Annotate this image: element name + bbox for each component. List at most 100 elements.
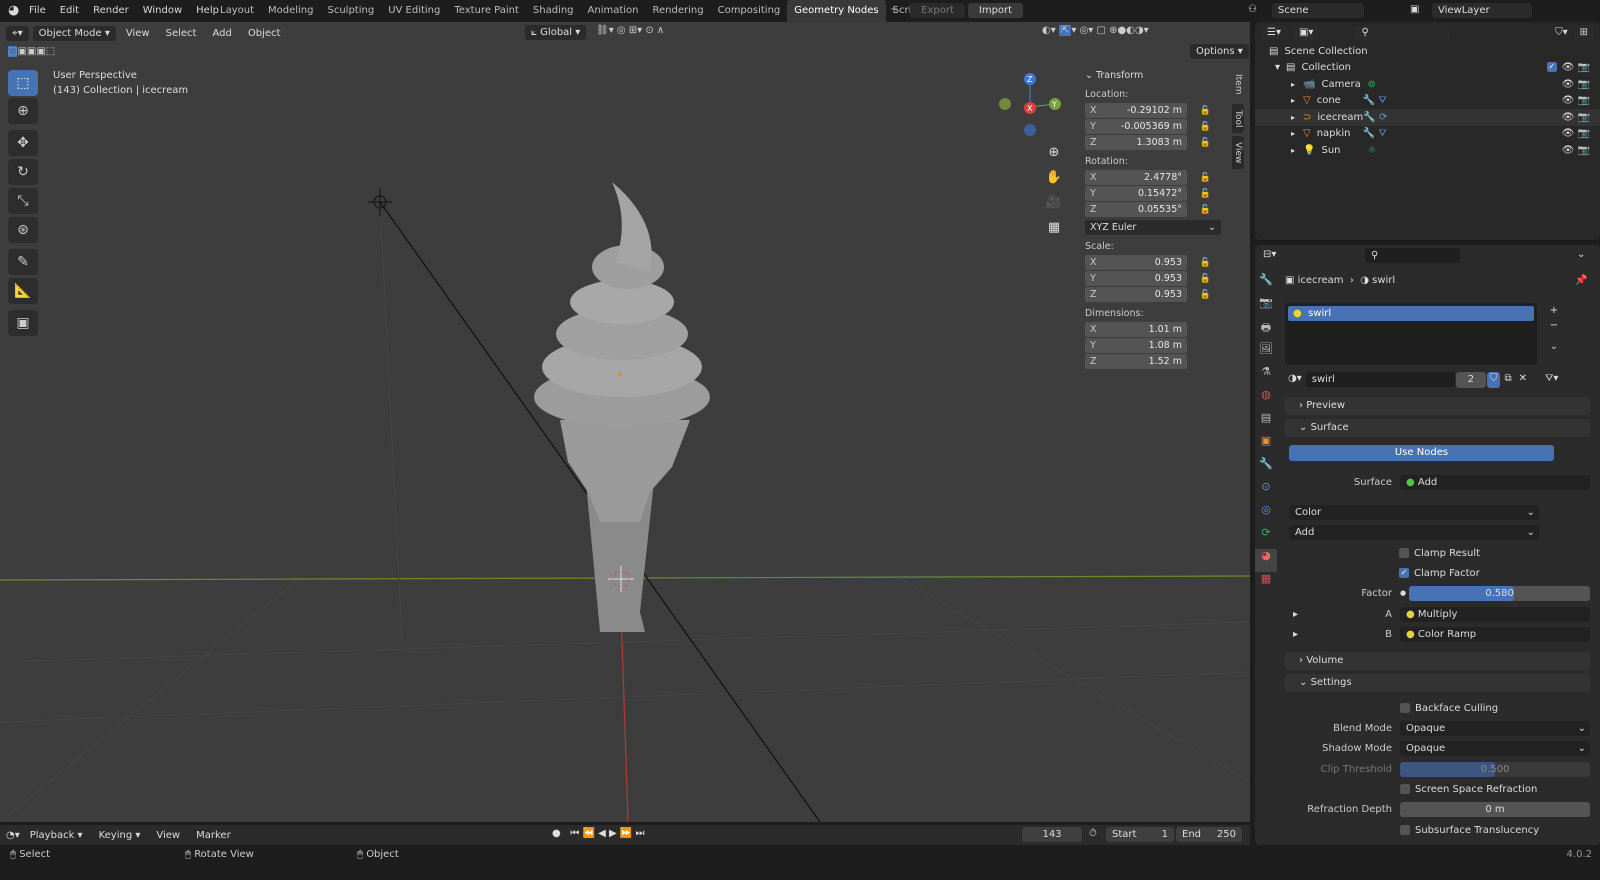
workspace-tab-rendering[interactable]: Rendering <box>646 0 711 22</box>
visibility-render-toggles[interactable]: 👁 📷 <box>1562 112 1590 123</box>
workspace-tab-geometry-nodes[interactable]: Geometry Nodes <box>787 0 886 22</box>
menu-window[interactable]: Window <box>136 0 189 22</box>
expand-arrow-icon[interactable]: ▸ <box>1291 113 1295 122</box>
display-mode-dropdown[interactable]: ☰▾ <box>1261 25 1287 40</box>
scene-collection-row[interactable]: ▤ Scene Collection <box>1255 43 1600 60</box>
sss-checkbox[interactable]: Subsurface Translucency <box>1400 822 1600 838</box>
lock-icon[interactable]: 🔓 <box>1200 258 1211 268</box>
navigation-gizmo[interactable]: Z Y X <box>995 67 1067 137</box>
menu-render[interactable]: Render <box>86 0 136 22</box>
collection-toggles[interactable]: ✓ 👁 📷 <box>1546 62 1590 73</box>
transform-header[interactable]: ⌄ Transform <box>1085 70 1226 81</box>
cursor-tool[interactable]: ⊕ <box>8 98 38 124</box>
lock-icon[interactable]: 🔓 <box>1200 290 1211 300</box>
remove-slot-button[interactable]: − <box>1547 318 1561 333</box>
clip-threshold-slider[interactable]: 0.500 <box>1400 761 1590 777</box>
menu-object[interactable]: Object <box>242 26 287 41</box>
modifier-data-icons[interactable]: ⊚ <box>1367 79 1375 90</box>
keying-menu[interactable]: Keying ▾ <box>93 828 147 843</box>
new-collection-button[interactable]: ⊞ <box>1573 25 1594 40</box>
annotate-tool[interactable]: ✎ <box>8 249 38 275</box>
options-dropdown[interactable]: Options ▾ <box>1190 44 1249 59</box>
ortho-grid-icon[interactable]: ▦ <box>1044 215 1064 240</box>
filter-icon[interactable]: ⛉▾ <box>1555 27 1568 38</box>
browse-material-icon[interactable]: ◑▾ <box>1285 372 1305 388</box>
modifier-data-icons[interactable]: ☼ <box>1367 145 1376 156</box>
constraints-tab-icon[interactable]: ⟳ <box>1255 526 1277 549</box>
surface-node-field[interactable]: ● Add <box>1400 474 1590 490</box>
object-tab-icon[interactable]: ▣ <box>1255 434 1277 457</box>
menu-file[interactable]: File <box>22 0 53 22</box>
blend-type-dropdown[interactable]: Add ⌄ <box>1289 524 1539 540</box>
material-name-field[interactable]: swirl <box>1305 372 1455 387</box>
modifier-data-icons[interactable]: 🔧 ⛛ <box>1363 95 1387 106</box>
scene-tab-icon[interactable]: ⚗ <box>1255 365 1277 388</box>
location-x-field[interactable]: X -0.29102 m 🔓 <box>1085 103 1211 118</box>
rotate-tool[interactable]: ↻ <box>8 159 38 185</box>
scale-tool[interactable]: ⤡ <box>8 188 38 214</box>
b-input-field[interactable]: ● Color Ramp <box>1400 626 1590 642</box>
lock-icon[interactable]: 🔓 <box>1200 274 1211 284</box>
lock-icon[interactable]: 🔓 <box>1200 205 1211 215</box>
workspace-tab-texture-paint[interactable]: Texture Paint <box>447 0 526 22</box>
section-preview[interactable]: › Preview <box>1285 397 1590 415</box>
menu-add[interactable]: Add <box>206 26 237 41</box>
stopwatch-icon[interactable]: ⏱ <box>1089 828 1097 839</box>
use-nodes-button[interactable]: Use Nodes <box>1289 445 1554 461</box>
outliner-item-napkin[interactable]: ▸ ▽ napkin 🔧 ⛛ 👁 📷 <box>1255 126 1600 143</box>
export-button[interactable]: Export <box>910 3 965 18</box>
workspace-tab-shading[interactable]: Shading <box>526 0 581 22</box>
lock-icon[interactable]: 🔓 <box>1200 138 1211 148</box>
scene-selector[interactable]: Scene <box>1272 3 1364 18</box>
marker-menu[interactable]: Marker <box>190 828 237 843</box>
view-layer-icon[interactable]: ▣ <box>1410 4 1419 15</box>
a-input-field[interactable]: ● Multiply <box>1400 606 1590 622</box>
dimensions-x-field[interactable]: X 1.01 m <box>1085 322 1187 337</box>
visibility-icons[interactable]: ◐▾ ⇱ ▾ ◎▾ ▢ ⊕●◐◑▾ <box>1042 25 1149 36</box>
scale-x-field[interactable]: X 0.953 🔓 <box>1085 255 1211 270</box>
view-menu[interactable]: View <box>150 828 186 843</box>
expand-arrow-icon[interactable]: ▸ <box>1291 129 1295 138</box>
slot-menu-icon[interactable]: ⌄ <box>1547 339 1561 354</box>
fake-user-icon[interactable]: ⛉ <box>1486 372 1501 388</box>
lock-icon[interactable]: 🔓 <box>1200 122 1211 132</box>
workspace-tab-layout[interactable]: Layout <box>213 0 261 22</box>
outliner-item-icecream[interactable]: ▸ ⊃ icecream 🔧 ⟳ 👁 📷 <box>1255 109 1600 126</box>
material-tab-icon[interactable]: ◕ <box>1255 549 1277 572</box>
workspace-tab-modeling[interactable]: Modeling <box>261 0 321 22</box>
link-dropdown[interactable]: ⛛▾ <box>1545 373 1558 384</box>
mode-dropdown[interactable]: Object Mode ▾ <box>32 25 116 41</box>
view-layer-selector[interactable]: ViewLayer <box>1432 3 1532 18</box>
view-layer-tab-icon[interactable]: 🖼 <box>1255 342 1277 365</box>
world-tab-icon[interactable]: ◍ <box>1255 388 1277 411</box>
expand-b-icon[interactable]: ▸ <box>1293 629 1303 640</box>
end-frame-field[interactable]: End 250 <box>1176 827 1242 842</box>
rotation-z-field[interactable]: Z 0.05535° 🔓 <box>1085 202 1211 217</box>
current-frame-field[interactable]: 143 <box>1022 827 1082 842</box>
lock-icon[interactable]: 🔓 <box>1200 106 1211 116</box>
workspace-tab-compositing[interactable]: Compositing <box>711 0 788 22</box>
import-button[interactable]: Import <box>968 3 1023 18</box>
scene-icon[interactable]: ⚇ <box>1248 4 1257 15</box>
menu-select[interactable]: Select <box>160 26 203 41</box>
duplicate-icon[interactable]: ⧉ <box>1501 372 1515 388</box>
visibility-render-toggles[interactable]: 👁 📷 <box>1562 79 1590 90</box>
filter-view-dropdown[interactable]: ▣▾ <box>1292 25 1320 40</box>
particles-tab-icon[interactable]: ⊙ <box>1255 480 1277 503</box>
clamp-result-checkbox[interactable]: Clamp Result <box>1399 545 1600 561</box>
add-workspace-icon[interactable]: + <box>890 4 898 15</box>
expand-arrow-icon[interactable]: ▸ <box>1291 96 1295 105</box>
modifier-data-icons[interactable]: 🔧 ⟳ <box>1363 112 1387 123</box>
playback-controls[interactable]: ● ⏮ ⏪ ◀ ▶ ⏩ ⏭ <box>552 828 644 839</box>
transform-tool[interactable]: ⊛ <box>8 217 38 243</box>
measure-tool[interactable]: 📐 <box>8 278 38 304</box>
selection-mode-icons[interactable]: ⬚▣▣▣⬚ <box>8 46 55 57</box>
orientation-dropdown[interactable]: ⟀ Global ▾ <box>525 25 587 40</box>
unlink-icon[interactable]: ✕ <box>1515 372 1530 388</box>
lock-icon[interactable]: 🔓 <box>1200 173 1211 183</box>
material-slot-item[interactable]: ● swirl <box>1288 306 1534 321</box>
outliner-search[interactable]: ⚲ <box>1355 25 1451 40</box>
pin-icon[interactable]: 📌 <box>1575 275 1587 286</box>
ssr-checkbox[interactable]: Screen Space Refraction <box>1400 781 1600 797</box>
outliner-item-camera[interactable]: ▸ 📹 Camera ⊚ 👁 📷 <box>1255 76 1600 93</box>
